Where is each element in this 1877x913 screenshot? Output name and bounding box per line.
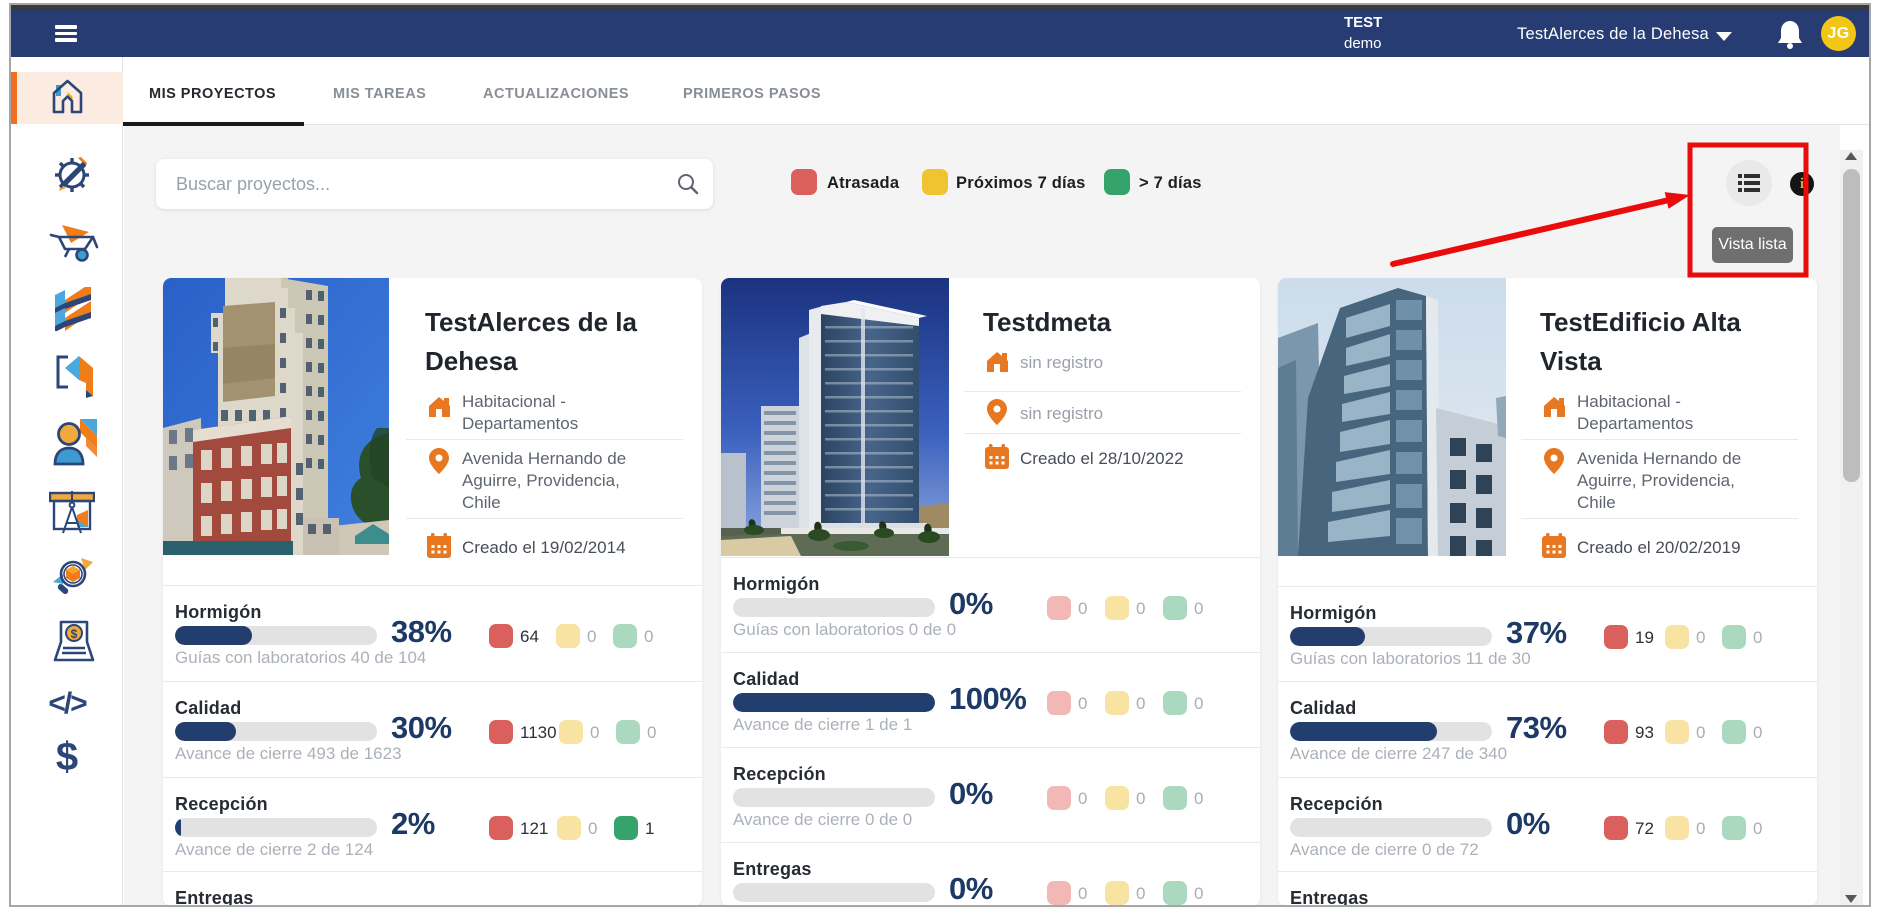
svg-text:$: $ [71,627,78,641]
